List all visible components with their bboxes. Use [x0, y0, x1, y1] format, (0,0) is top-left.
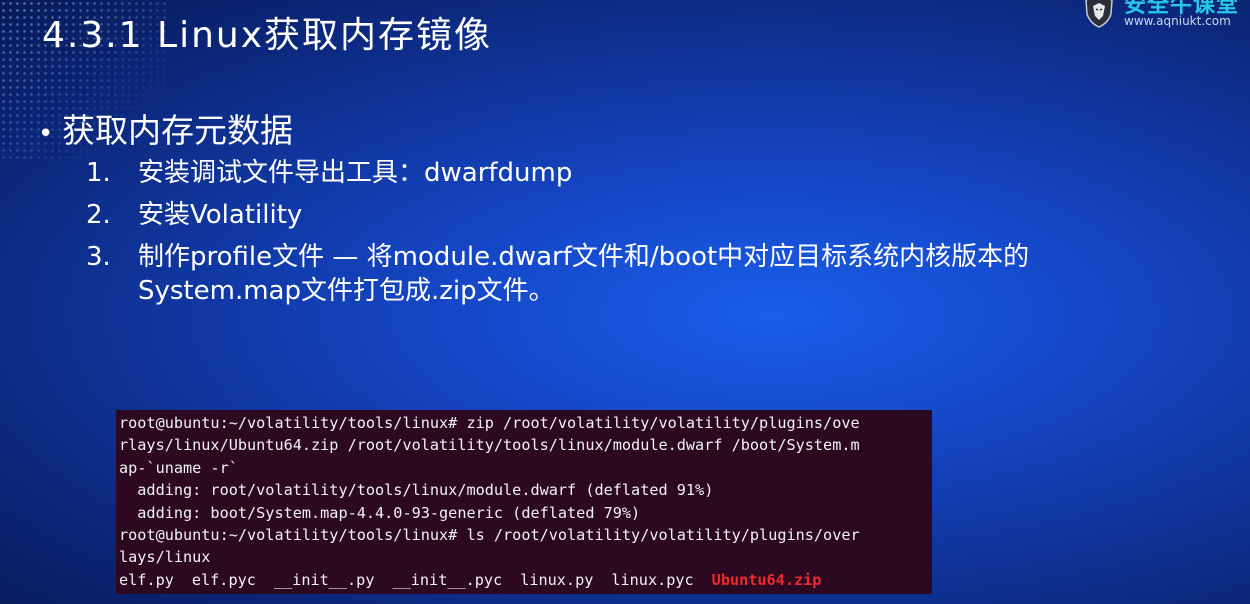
step-item: 1. 安装调试文件导出工具：dwarfdump: [86, 152, 1029, 194]
terminal-line: lays/linux: [119, 548, 211, 567]
step-text: 安装调试文件导出工具：dwarfdump: [138, 158, 573, 188]
ls-file: linux.py: [520, 570, 594, 589]
terminal-line: adding: root/volatility/tools/linux/modu…: [119, 481, 714, 500]
ls-file: linux.pyc: [611, 570, 694, 589]
ls-file: elf.pyc: [191, 570, 256, 589]
ls-file: __init__.pyc: [392, 570, 503, 589]
ls-file: elf.py: [119, 570, 174, 589]
terminal-line: root@ubuntu:~/volatility/tools/linux# zi…: [119, 414, 860, 432]
terminal-screenshot: root@ubuntu:~/volatility/tools/linux# zi…: [116, 410, 932, 594]
bullet-dot-icon: •: [38, 119, 54, 149]
terminal-line: ap-`uname -r`: [119, 458, 238, 477]
terminal-line: adding: boot/System.map-4.4.0-93-generic…: [119, 503, 641, 522]
main-bullet: • 获取内存元数据: [38, 104, 293, 152]
brand-logo: 安全牛课堂 www.aqniukt.com: [1078, 0, 1250, 32]
brand-url: www.aqniukt.com: [1124, 14, 1231, 28]
main-bullet-text: 获取内存元数据: [62, 111, 293, 150]
slide-title: 4.3.1 Linux获取内存镜像: [42, 15, 493, 56]
step-text-continued: System.map文件打包成.zip文件。: [138, 276, 555, 306]
step-text: 制作profile文件 — 将module.dwarf文件和/boot中对应目标…: [138, 242, 1030, 272]
ls-output-row: elf.py elf.pyc __init__.py __init__.pyc linu…: [119, 569, 932, 591]
terminal-line: root@ubuntu:~/volatility/tools/linux# ls…: [119, 526, 860, 545]
step-item: 3. 制作profile文件 — 将module.dwarf文件和/boot中对…: [86, 240, 1029, 308]
step-text: 安装Volatility: [138, 200, 303, 230]
step-text-block: 制作profile文件 — 将module.dwarf文件和/boot中对应目标…: [138, 240, 1029, 308]
steps-list: 1. 安装调试文件导出工具：dwarfdump 2. 安装Volatility …: [86, 152, 1029, 308]
ls-file: __init__.py: [273, 570, 375, 589]
shield-icon: [1085, 0, 1113, 28]
terminal-line: rlays/linux/Ubuntu64.zip /root/volatilit…: [119, 436, 860, 455]
step-item: 2. 安装Volatility: [86, 194, 1029, 236]
step-number: 3.: [86, 242, 111, 272]
step-number: 2.: [86, 200, 111, 230]
ls-file-zip-highlighted: Ubuntu64.zip: [711, 570, 822, 589]
step-number: 1.: [86, 158, 111, 188]
